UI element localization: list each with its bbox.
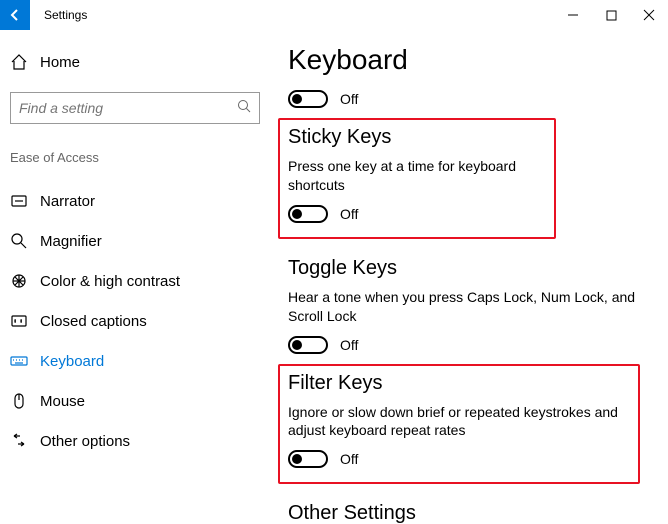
keyboard-icon: [10, 352, 28, 370]
sidebar-home[interactable]: Home: [0, 42, 270, 82]
search-input[interactable]: [19, 100, 237, 116]
maximize-button[interactable]: [592, 0, 630, 30]
content-area: Home Ease of Access Narrator Magnifier C…: [0, 30, 668, 524]
toggle-keys-toggle[interactable]: [288, 336, 328, 354]
sidebar-item-label: Color & high contrast: [40, 273, 180, 290]
sticky-keys-highlight: Sticky Keys Press one key at a time for …: [278, 118, 556, 239]
magnifier-icon: [10, 232, 28, 250]
sidebar: Home Ease of Access Narrator Magnifier C…: [0, 30, 270, 524]
other-options-icon: [10, 432, 28, 450]
sidebar-item-narrator[interactable]: Narrator: [0, 181, 270, 221]
closed-captions-icon: [10, 312, 28, 330]
toggle-keys-group: Toggle Keys Hear a tone when you press C…: [288, 257, 648, 354]
toggle-keys-desc: Hear a tone when you press Caps Lock, Nu…: [288, 288, 638, 326]
sidebar-nav-list: Narrator Magnifier Color & high contrast…: [0, 181, 270, 461]
sidebar-item-mouse[interactable]: Mouse: [0, 381, 270, 421]
filter-keys-highlight: Filter Keys Ignore or slow down brief or…: [278, 364, 640, 485]
title-bar: Settings: [0, 0, 668, 30]
keyboard-main-toggle-state: Off: [340, 91, 358, 107]
search-icon: [237, 99, 251, 118]
sidebar-item-label: Keyboard: [40, 353, 104, 370]
minimize-icon: [567, 9, 579, 21]
mouse-icon: [10, 392, 28, 410]
keyboard-main-toggle[interactable]: [288, 90, 328, 108]
sidebar-item-label: Magnifier: [40, 233, 102, 250]
toggle-keys-toggle-row: Off: [288, 336, 648, 354]
window-title: Settings: [30, 0, 87, 30]
sticky-keys-heading: Sticky Keys: [288, 126, 546, 149]
narrator-icon: [10, 192, 28, 210]
maximize-icon: [606, 10, 617, 21]
sidebar-item-keyboard[interactable]: Keyboard: [0, 341, 270, 381]
home-icon: [10, 53, 28, 71]
sticky-keys-toggle[interactable]: [288, 205, 328, 223]
toggle-keys-toggle-state: Off: [340, 337, 358, 353]
arrow-left-icon: [7, 7, 23, 23]
titlebar-spacer: [87, 0, 554, 30]
keyboard-main-toggle-row: Off: [288, 90, 658, 108]
sidebar-item-other-options[interactable]: Other options: [0, 421, 270, 461]
minimize-button[interactable]: [554, 0, 592, 30]
filter-keys-toggle-row: Off: [288, 450, 630, 468]
other-settings-heading: Other Settings: [288, 502, 658, 524]
filter-keys-toggle[interactable]: [288, 450, 328, 468]
sticky-keys-toggle-row: Off: [288, 205, 546, 223]
sticky-keys-desc: Press one key at a time for keyboard sho…: [288, 157, 546, 195]
sidebar-item-label: Other options: [40, 433, 130, 450]
close-icon: [643, 9, 655, 21]
sidebar-item-closed-captions[interactable]: Closed captions: [0, 301, 270, 341]
back-button[interactable]: [0, 0, 30, 30]
toggle-keys-heading: Toggle Keys: [288, 257, 648, 280]
sidebar-item-magnifier[interactable]: Magnifier: [0, 221, 270, 261]
filter-keys-heading: Filter Keys: [288, 372, 630, 395]
filter-keys-toggle-state: Off: [340, 451, 358, 467]
page-title: Keyboard: [288, 44, 658, 76]
sidebar-item-label: Closed captions: [40, 313, 147, 330]
sidebar-home-label: Home: [40, 54, 80, 71]
sidebar-item-label: Narrator: [40, 193, 95, 210]
sidebar-section-header: Ease of Access: [0, 150, 270, 165]
filter-keys-desc: Ignore or slow down brief or repeated ke…: [288, 403, 630, 441]
contrast-icon: [10, 272, 28, 290]
sticky-keys-toggle-state: Off: [340, 206, 358, 222]
sidebar-item-label: Mouse: [40, 393, 85, 410]
close-button[interactable]: [630, 0, 668, 30]
sidebar-item-color-contrast[interactable]: Color & high contrast: [0, 261, 270, 301]
main-panel: Keyboard Off Sticky Keys Press one key a…: [270, 30, 668, 524]
search-box[interactable]: [10, 92, 260, 124]
